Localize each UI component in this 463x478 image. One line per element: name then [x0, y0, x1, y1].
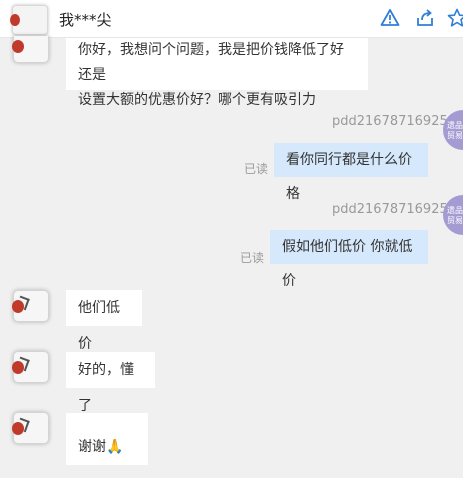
message-bubble-outgoing: 看你同行都是什么价格 — [274, 143, 428, 202]
star-icon[interactable] — [447, 8, 463, 28]
read-status: 已读 — [244, 162, 269, 176]
message-bubble-outgoing: 假如他们低价 你就低价 — [270, 230, 428, 289]
contact-avatar-msg[interactable] — [12, 36, 49, 63]
share-icon[interactable] — [415, 8, 435, 28]
contact-avatar-msg[interactable] — [12, 412, 49, 444]
chat-header: 我***尖 — [0, 0, 463, 38]
sender-name: pdd21678716925 — [332, 114, 448, 129]
agent-avatar: 遗品 贸易 — [443, 195, 463, 235]
read-status: 已读 — [240, 251, 265, 265]
sender-name: pdd21678716925 — [332, 202, 448, 217]
message-bubble-incoming: 你好，我想问个问题，我是把价钱降低了好还是 设置大额的优惠价好？哪个更有吸引力 — [66, 38, 368, 108]
message-text-line: 你好，我想问个问题，我是把价钱降低了好还是 — [78, 42, 344, 83]
message-bubble-incoming: 他们低价 — [66, 290, 142, 352]
message-bubble-incoming: 谢谢🙏 — [66, 413, 148, 465]
contact-avatar-msg[interactable] — [12, 290, 49, 322]
message-text-line: 设置大额的优惠价好？哪个更有吸引力 — [78, 92, 316, 108]
contact-avatar[interactable] — [10, 5, 48, 35]
alert-icon[interactable] — [380, 8, 400, 28]
contact-avatar-msg[interactable] — [12, 351, 49, 383]
message-bubble-incoming: 好的，懂了 — [66, 352, 155, 414]
contact-name: 我***尖 — [59, 11, 112, 29]
